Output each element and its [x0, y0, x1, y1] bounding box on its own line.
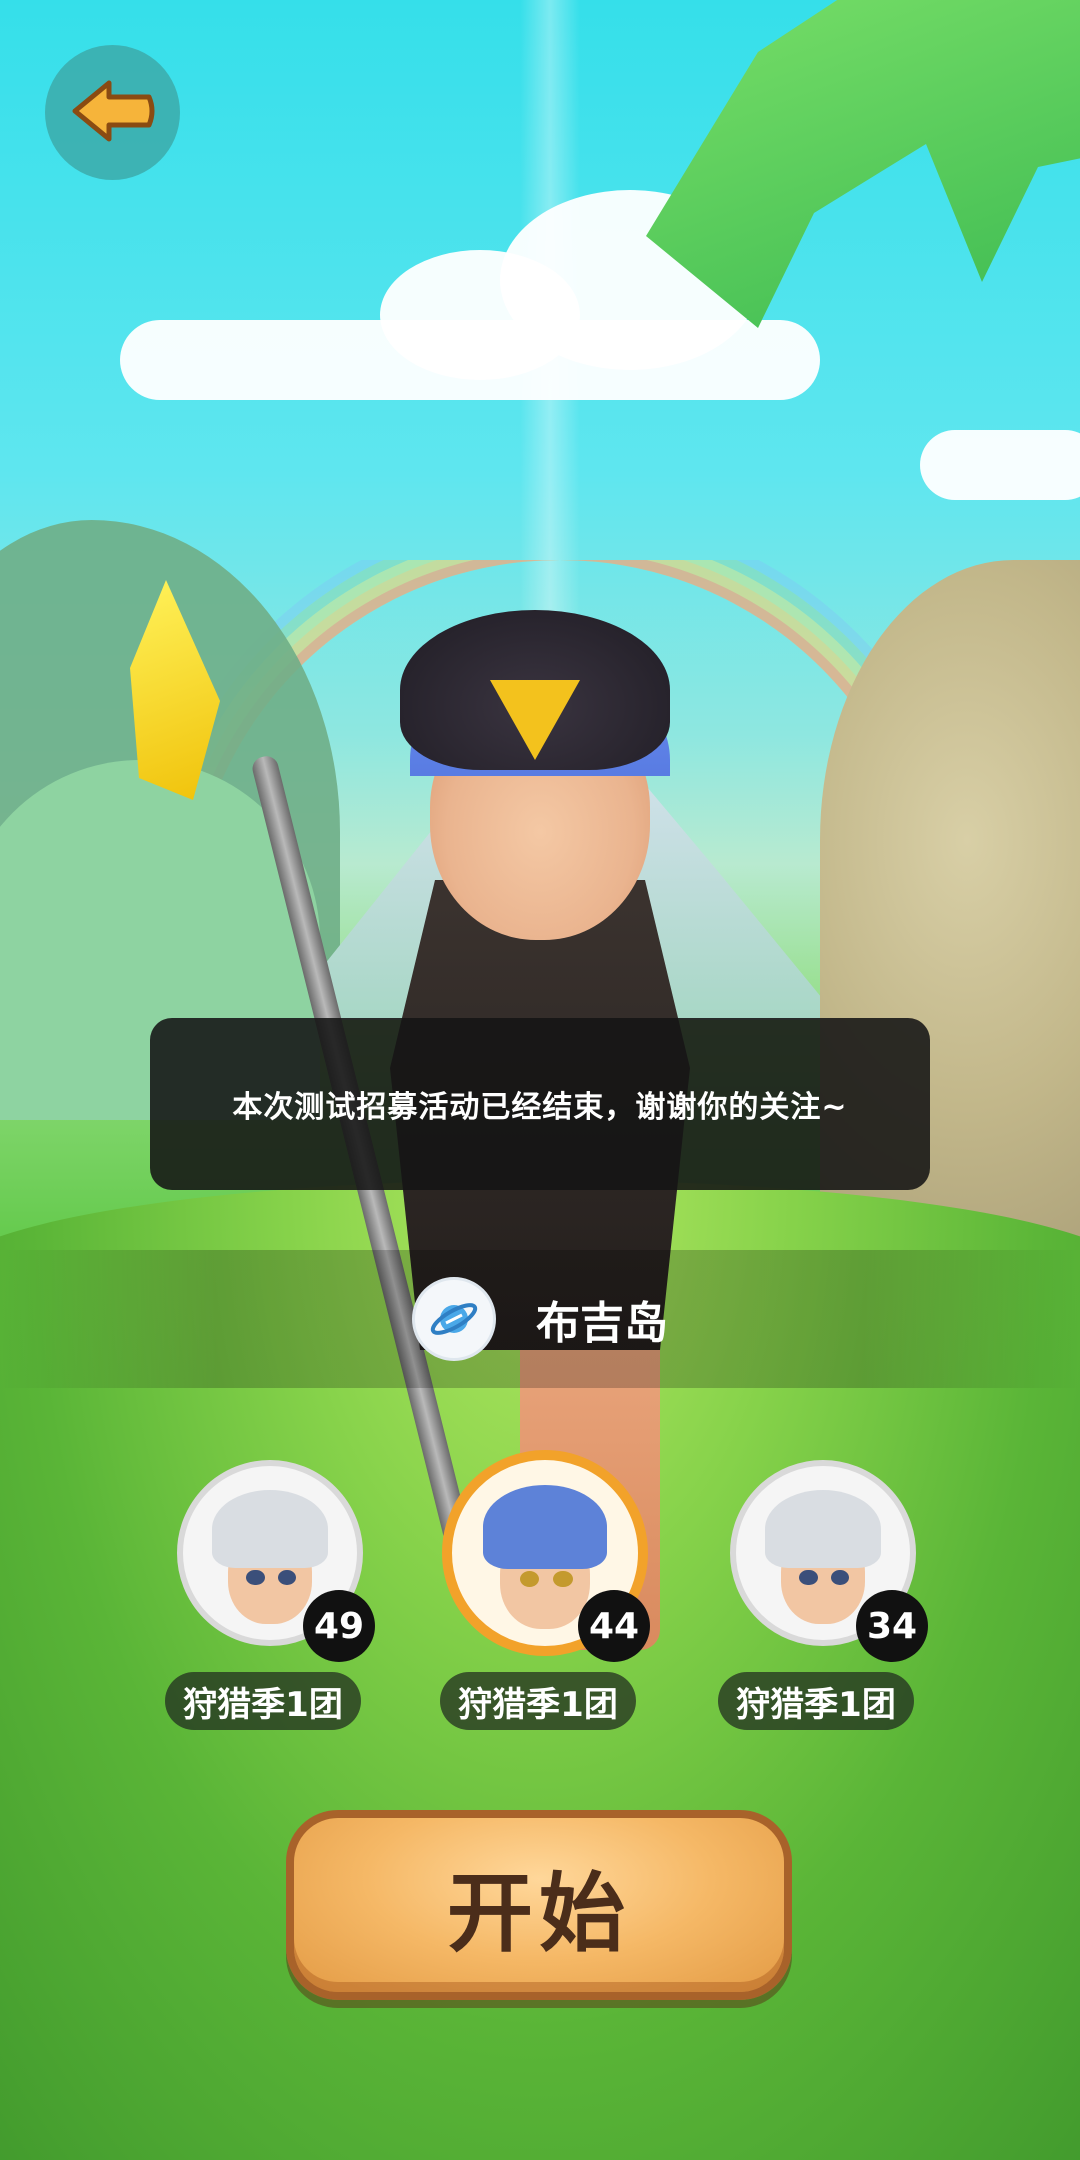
character-slot-selected[interactable]: 44 狩猎季1团: [440, 1450, 650, 1740]
portrait-hair: [211, 1489, 329, 1568]
server-selector[interactable]: 布吉岛: [0, 1250, 1080, 1388]
level-badge: 49: [303, 1590, 375, 1662]
back-button[interactable]: [45, 45, 180, 180]
server-planet-icon: [412, 1277, 496, 1361]
portrait-hair: [482, 1485, 608, 1569]
character-slot[interactable]: 34 狩猎季1团: [718, 1450, 928, 1740]
cloud: [380, 250, 580, 380]
start-button-label: 开始: [447, 1863, 631, 1964]
server-name: 布吉岛: [536, 1298, 668, 1349]
cloud: [920, 430, 1080, 500]
toast-message: 本次测试招募活动已经结束，谢谢你的关注~: [150, 1018, 930, 1190]
start-button[interactable]: 开始: [286, 1810, 792, 2000]
team-name-label: 狩猎季1团: [440, 1672, 636, 1730]
team-name-label: 狩猎季1团: [718, 1672, 914, 1730]
level-badge: 44: [578, 1590, 650, 1662]
character-slot[interactable]: 49 狩猎季1团: [165, 1450, 375, 1740]
character-slot-list: 49 狩猎季1团 44 狩猎季1团 34 狩猎季1团: [0, 1450, 1080, 1740]
portrait-hair: [764, 1489, 882, 1568]
game-screen: 本次测试招募活动已经结束，谢谢你的关注~ 布吉岛 49 狩猎季1团 44 狩猎季…: [0, 0, 1080, 2160]
level-badge: 34: [856, 1590, 928, 1662]
team-name-label: 狩猎季1团: [165, 1672, 361, 1730]
back-arrow-icon: [71, 79, 155, 147]
toast-text: 本次测试招募活动已经结束，谢谢你的关注~: [232, 1090, 848, 1125]
